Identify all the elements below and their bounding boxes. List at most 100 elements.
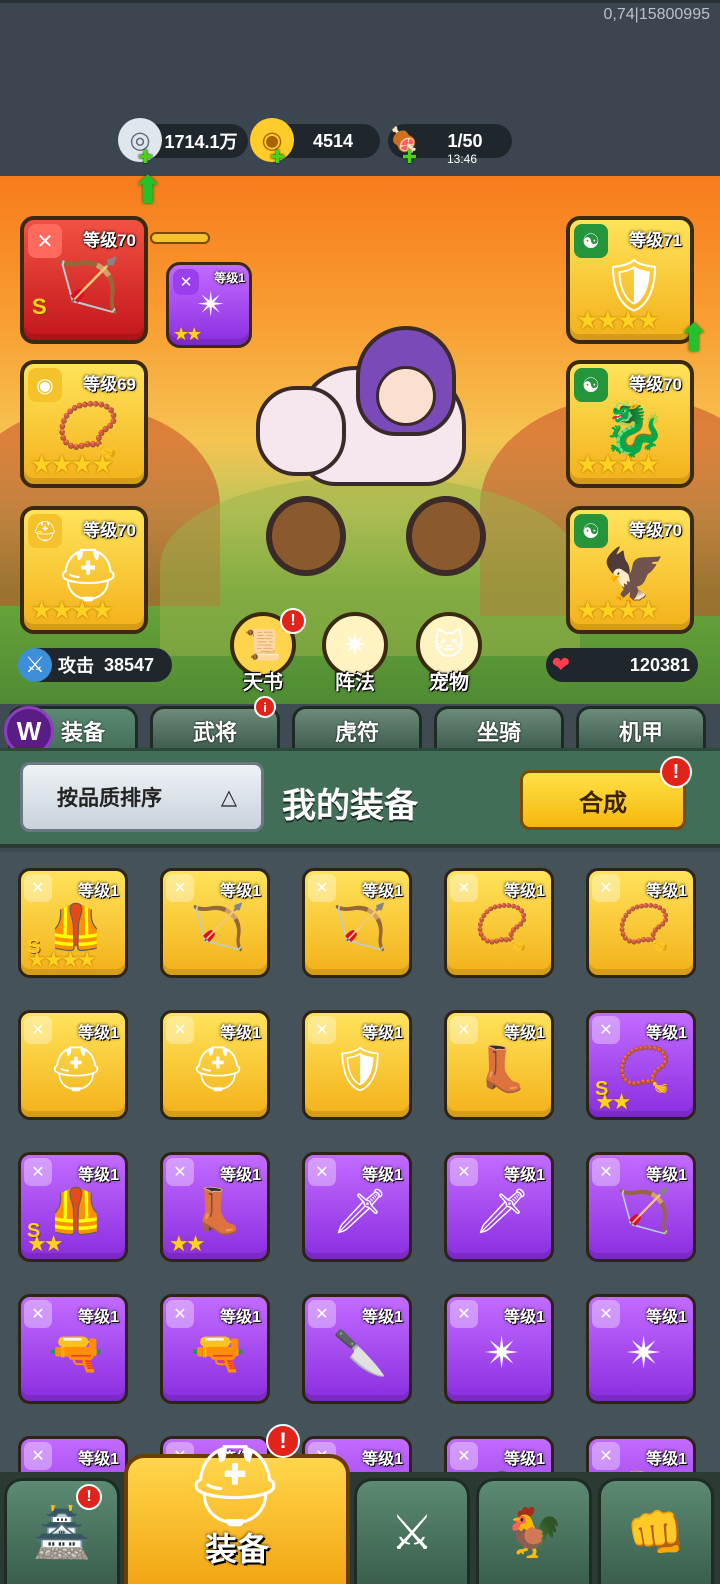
equip-slot-helmet[interactable]: ⛑ 等级70 ⛑ ★★★★ [20, 506, 148, 634]
triangle-up-icon: △ [220, 785, 237, 809]
item-level: 等级1 [78, 883, 119, 900]
tab-label: 坐骑 [476, 719, 521, 745]
equip-slot-armor[interactable]: ☯ 等级71 🛡 ★★★★ [566, 216, 694, 344]
fist-upgrade-icon: 👊 [626, 1507, 686, 1560]
inventory-item[interactable]: ✕ 等级1 🔪 [302, 1294, 412, 1404]
inventory-item[interactable]: ✕ 等级1 ⛑ [18, 1010, 128, 1120]
item-level: 等级1 [362, 883, 403, 900]
nav-equipment-button[interactable]: ⛑ 装备 [124, 1441, 350, 1584]
inventory-item[interactable]: ✕ 等级1 🏹 [160, 868, 270, 978]
inventory-item[interactable]: ✕ 等级1 🦺 S ★★★★ [18, 868, 128, 978]
slot-level: 等级1 [214, 271, 245, 285]
inventory-item[interactable]: ✕ 等级1 📿 S ★★ [586, 1010, 696, 1120]
tab-label: 虎符 [334, 719, 379, 745]
equip-slot-mount-gear[interactable]: ☯ 等级70 🐉 ★★★★ [566, 360, 694, 488]
inventory-item[interactable]: ✕等级1🗡 [18, 1436, 128, 1476]
tab-label: 武将 [192, 719, 237, 745]
item-level: 等级1 [504, 1309, 545, 1326]
item-category-icon: ✕ [308, 1016, 336, 1044]
tab-mount[interactable]: 坐骑 [434, 706, 564, 752]
add-stamina-icon[interactable]: ✚ [402, 147, 417, 168]
item-level: 等级1 [646, 1025, 687, 1042]
item-art-icon: 🏹 [616, 1187, 672, 1236]
nav-upgrade-button[interactable]: 👊 [598, 1478, 714, 1584]
inventory-item[interactable]: ✕ 等级1 🔫 [18, 1294, 128, 1404]
equip-slot-cape[interactable]: ☯ 等级70 🦅 ★★★★ [566, 506, 694, 634]
item-category-icon: ✕ [166, 1158, 194, 1186]
equip-slot-amulet[interactable]: ◉ 等级69 📿 ★★★★ [20, 360, 148, 488]
nav-battle-button[interactable]: ⚔ [354, 1478, 470, 1584]
star-rating: ★★★★ [576, 305, 660, 335]
cat-icon: 🐱 [433, 628, 465, 662]
inventory-item[interactable]: ✕等级1🗡 [302, 1152, 412, 1262]
inventory-item[interactable]: ✕ 等级1 ⛑ [160, 1010, 270, 1120]
item-category-icon: ✕ [166, 1300, 194, 1328]
inventory-item[interactable]: ✕ 等级1 👢 ★★ [160, 1152, 270, 1262]
sword-attack-icon: ⚔ [18, 648, 52, 682]
inventory-item[interactable]: ✕ 等级1 🔫 [160, 1294, 270, 1404]
item-level: 等级1 [362, 1167, 403, 1184]
inventory-item[interactable]: ✕ 等级1 ✴ [444, 1294, 554, 1404]
formation-label: 阵法 [335, 672, 375, 694]
equip-slot-weapon[interactable]: ✕ 等级70 🏹 S [20, 216, 148, 344]
inventory-item[interactable]: ✕ 等级1 🦺 S ★★ [18, 1152, 128, 1262]
inventory-item[interactable]: ✕等级1👢 [444, 1010, 554, 1120]
compass-icon: ✷ [342, 628, 368, 662]
inventory-item[interactable]: ✕ 等级1 📿 [444, 868, 554, 978]
star-rating: ★★★★ [30, 595, 114, 625]
nav-shop-button[interactable]: 🏯 [4, 1478, 120, 1584]
inventory-item[interactable]: ✕ 等级1 ✴ [586, 1294, 696, 1404]
inventory-item[interactable]: ✕ 等级1 🏹 [302, 868, 412, 978]
item-level: 等级1 [504, 1025, 545, 1042]
star-rating: ★★ [595, 1089, 631, 1114]
tab-mecha[interactable]: 机甲 [576, 706, 706, 752]
sort-by-quality-dropdown[interactable]: 按品质排序 △ [20, 762, 264, 832]
item-art-icon: 🛡 [332, 1045, 388, 1094]
item-category-icon: ✕ [450, 1300, 478, 1328]
silver-coin-counter[interactable]: ◎ 1714.1万 ✚ [118, 118, 248, 167]
item-level: 等级1 [504, 1451, 545, 1468]
item-art-icon: 🔫 [190, 1329, 246, 1378]
item-level: 等级1 [646, 883, 687, 900]
star-rating: ★★★★ [576, 449, 660, 479]
heart-icon: ❤ [551, 652, 571, 677]
slot-level: 等级70 [83, 231, 136, 250]
item-level: 等级1 [220, 1309, 261, 1326]
item-category-icon: ✕ [166, 874, 194, 902]
star-rating: ★★★★ [576, 595, 660, 625]
gold-ingot-counter[interactable]: ◉ 4514 ✚ [250, 118, 380, 167]
upgrade-arrow-icon: ⬆ [132, 170, 164, 212]
equip-slot-hidden-weapon[interactable]: ✕ 等级1 ✴ ★★ [166, 262, 252, 348]
stamina-counter[interactable]: 🍖 1/50 13:46 ✚ [388, 124, 512, 167]
item-art-icon: ⛑ [190, 1045, 246, 1094]
notification-badge: ! [660, 756, 692, 788]
item-category-icon: ✕ [308, 1300, 336, 1328]
attack-label: 攻击 [58, 656, 94, 676]
item-level: 等级1 [504, 883, 545, 900]
item-art-icon: 🗡 [332, 1187, 388, 1236]
build-info: 0,74|15800995 [603, 6, 710, 23]
hp-value: 120381 [629, 654, 690, 675]
section-title: 我的装备 [282, 787, 418, 825]
item-level: 等级1 [220, 1025, 261, 1042]
item-category-icon: ✕ [24, 1442, 52, 1470]
nav-heroes-button[interactable]: 🐓 [476, 1478, 592, 1584]
inventory-item[interactable]: ✕等级1🦺 [444, 1436, 554, 1476]
item-category-icon: ✕ [24, 1016, 52, 1044]
item-art-icon: ⛑ [48, 1045, 104, 1094]
rooster-hero-icon: 🐓 [504, 1507, 564, 1560]
inventory-item[interactable]: ✕ 等级1 🏹 [586, 1152, 696, 1262]
silver-coin-value: 1714.1万 [164, 132, 238, 152]
inventory-item[interactable]: ✕等级1🗡 [444, 1152, 554, 1262]
inventory-item[interactable]: ✕ 等级1 🛡 [302, 1010, 412, 1120]
attack-value: 38547 [104, 654, 155, 675]
notification-badge: ! [266, 1424, 300, 1458]
hero-on-horse[interactable] [256, 326, 496, 586]
add-silver-icon[interactable]: ✚ [138, 147, 153, 168]
add-gold-icon[interactable]: ✚ [270, 147, 285, 168]
tab-tiger-tally[interactable]: 虎符 [292, 706, 422, 752]
tab-label: 装备 [60, 719, 105, 745]
inventory-item[interactable]: ✕ 等级1 📿 [586, 868, 696, 978]
nav-equipment-label: 装备 [204, 1531, 269, 1567]
inventory-item[interactable]: ✕等级1👢 [586, 1436, 696, 1476]
